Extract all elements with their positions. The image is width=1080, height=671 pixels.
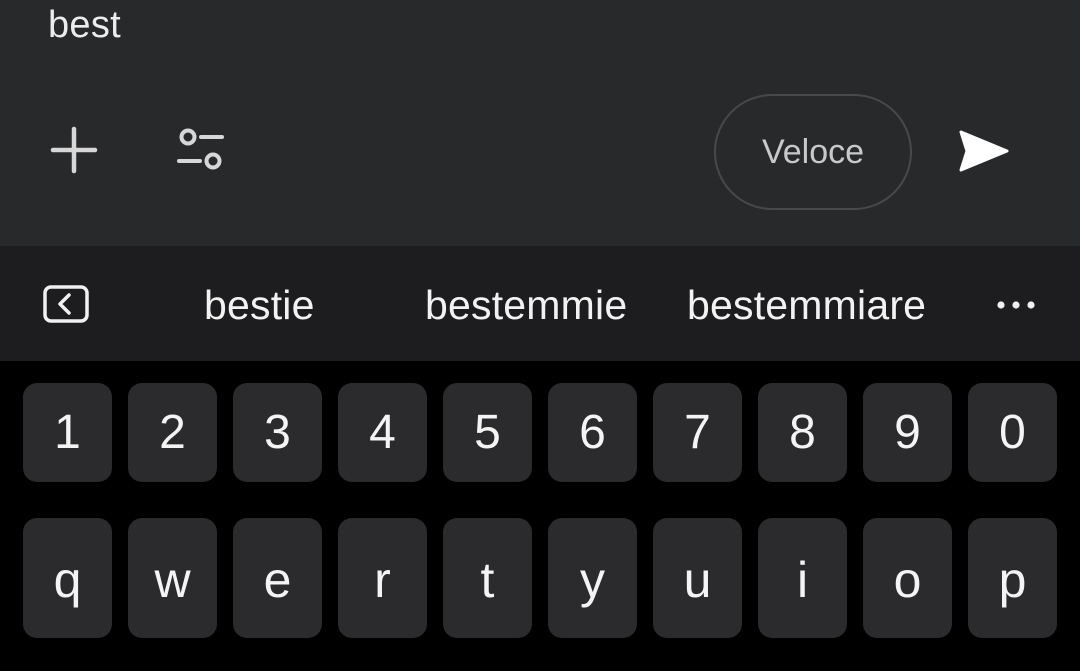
message-composer: best Veloce xyxy=(0,0,1080,246)
collapse-toolbar-icon xyxy=(43,285,89,323)
key-y[interactable]: y xyxy=(548,518,637,638)
key-i[interactable]: i xyxy=(758,518,847,638)
suggestion-item[interactable]: bestemmie xyxy=(425,282,627,328)
more-options-button[interactable] xyxy=(990,290,1042,320)
key-8[interactable]: 8 xyxy=(758,383,847,482)
sliders-icon xyxy=(177,128,224,170)
mode-selector-button[interactable]: Veloce xyxy=(714,94,912,210)
key-9[interactable]: 9 xyxy=(863,383,952,482)
key-5[interactable]: 5 xyxy=(443,383,532,482)
key-p[interactable]: p xyxy=(968,518,1057,638)
add-button[interactable] xyxy=(42,118,106,182)
key-0[interactable]: 0 xyxy=(968,383,1057,482)
suggestion-item[interactable]: bestemmiare xyxy=(687,282,926,328)
tools-button[interactable] xyxy=(166,118,234,182)
more-horizontal-icon xyxy=(997,301,1035,309)
plus-icon xyxy=(50,126,98,174)
collapse-toolbar-button[interactable] xyxy=(40,282,92,326)
key-u[interactable]: u xyxy=(653,518,742,638)
message-input[interactable]: best xyxy=(48,4,121,47)
key-q[interactable]: q xyxy=(23,518,112,638)
key-4[interactable]: 4 xyxy=(338,383,427,482)
key-e[interactable]: e xyxy=(233,518,322,638)
key-6[interactable]: 6 xyxy=(548,383,637,482)
key-r[interactable]: r xyxy=(338,518,427,638)
key-3[interactable]: 3 xyxy=(233,383,322,482)
key-o[interactable]: o xyxy=(863,518,952,638)
key-7[interactable]: 7 xyxy=(653,383,742,482)
key-w[interactable]: w xyxy=(128,518,217,638)
key-2[interactable]: 2 xyxy=(128,383,217,482)
send-button[interactable] xyxy=(950,122,1018,180)
key-1[interactable]: 1 xyxy=(23,383,112,482)
suggestion-item[interactable]: bestie xyxy=(204,282,315,328)
key-t[interactable]: t xyxy=(443,518,532,638)
send-arrow-icon xyxy=(959,130,1009,172)
